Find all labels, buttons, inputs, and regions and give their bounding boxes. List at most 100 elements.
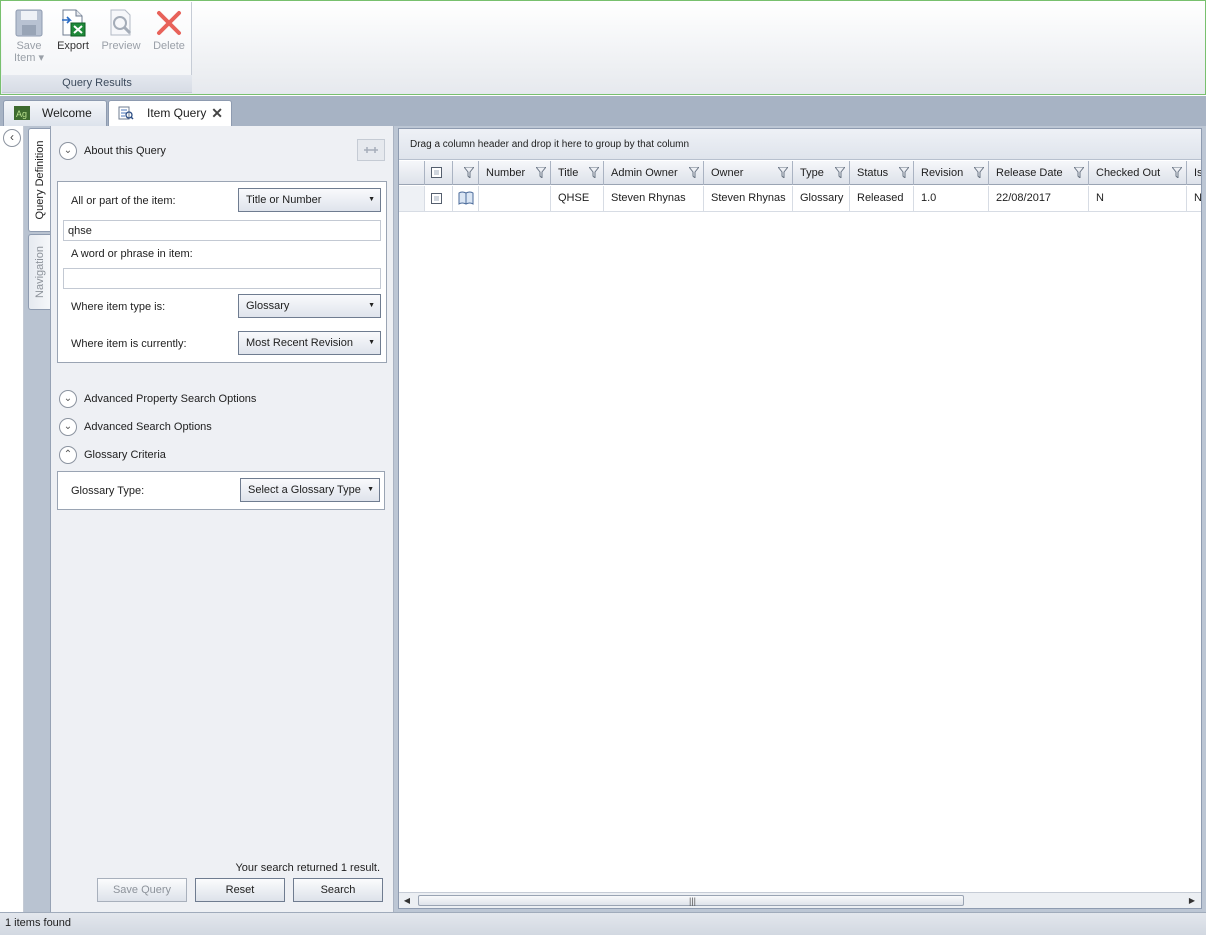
column-header-status-label: Status <box>857 167 889 179</box>
horizontal-scrollbar[interactable]: ◀ ||| ▶ <box>399 892 1201 908</box>
header-filter-cell[interactable] <box>453 161 479 185</box>
scrollbar-thumb[interactable]: ||| <box>418 895 964 906</box>
basic-criteria-box: All or part of the item: Title or Number… <box>57 181 387 363</box>
tab-item-query[interactable]: Item Query ✕ <box>108 100 232 126</box>
filter-funnel-icon[interactable] <box>778 167 788 178</box>
current-label: Where item is currently: <box>71 338 187 350</box>
column-header-is-label: Is <box>1194 167 1201 179</box>
item-currently-combo[interactable]: Most Recent Revision ▼ <box>238 331 381 355</box>
column-header-number-label: Number <box>486 167 526 179</box>
tab-item-query-label: Item Query <box>147 106 207 120</box>
glossary-type-combo[interactable]: Select a Glossary Type ▼ <box>240 478 380 502</box>
column-header-type-label: Type <box>800 167 824 179</box>
item-field-combo[interactable]: Title or Number ▼ <box>238 188 381 212</box>
column-header-checked-out[interactable]: Checked Out <box>1089 161 1187 185</box>
ribbon-group-query-results: Save Item ▾ Export Preview Delete Query … <box>2 2 192 93</box>
about-query-section[interactable]: ⌄ About this Query <box>59 141 166 161</box>
column-header-is[interactable]: Is <box>1187 161 1201 185</box>
header-select-all[interactable] <box>425 161 453 185</box>
filter-funnel-icon[interactable] <box>1172 167 1182 178</box>
chevron-down-icon: ⌄ <box>59 418 77 437</box>
row-select-cell[interactable] <box>425 186 453 211</box>
delete-x-icon <box>157 11 181 35</box>
export-label: Export <box>57 40 89 52</box>
filter-funnel-icon[interactable] <box>899 167 909 178</box>
save-item-button[interactable]: Save Item ▾ <box>6 6 52 72</box>
row-checkbox[interactable] <box>431 193 442 204</box>
svg-text:Ag: Ag <box>16 109 27 119</box>
chevron-down-icon: ⌄ <box>59 142 77 161</box>
column-header-type[interactable]: Type <box>793 161 850 185</box>
save-disk-icon <box>15 9 43 37</box>
status-bar: 1 items found <box>0 912 1206 935</box>
delete-button[interactable]: Delete <box>146 6 192 72</box>
filter-funnel-icon[interactable] <box>536 167 546 178</box>
scrollbar-grip: ||| <box>689 896 697 906</box>
group-by-panel[interactable]: Drag a column header and drop it here to… <box>399 129 1201 160</box>
filter-funnel-icon[interactable] <box>974 167 984 178</box>
advanced-search-section[interactable]: ⌄ Advanced Search Options <box>59 417 212 437</box>
glossary-criteria-section[interactable]: ⌃ Glossary Criteria <box>59 445 166 465</box>
collapse-panel-button[interactable]: ‹ <box>3 129 21 147</box>
cell-release-date: 22/08/2017 <box>989 186 1089 211</box>
column-header-status[interactable]: Status <box>850 161 914 185</box>
advanced-search-label: Advanced Search Options <box>84 421 212 433</box>
preview-label: Preview <box>101 40 141 52</box>
reset-button[interactable]: Reset <box>195 878 285 902</box>
results-grid-frame: Drag a column header and drop it here to… <box>394 126 1206 912</box>
tab-query-definition[interactable]: Query Definition <box>28 128 50 232</box>
tab-navigation[interactable]: Navigation <box>28 234 50 310</box>
row-indicator[interactable] <box>399 186 425 211</box>
save-query-button[interactable]: Save Query <box>97 878 187 902</box>
scroll-left-icon[interactable]: ◀ <box>400 893 414 908</box>
filter-funnel-icon[interactable] <box>1074 167 1084 178</box>
delete-label: Delete <box>153 40 185 52</box>
item-type-combo[interactable]: Glossary ▼ <box>238 294 381 318</box>
item-label: All or part of the item: <box>71 195 176 207</box>
column-header-admin-owner[interactable]: Admin Owner <box>604 161 704 185</box>
ag-logo-icon: Ag <box>14 106 30 120</box>
glossary-book-icon <box>458 191 474 205</box>
column-header-owner[interactable]: Owner <box>704 161 793 185</box>
search-button[interactable]: Search <box>293 878 383 902</box>
preview-button[interactable]: Preview <box>98 6 144 72</box>
export-button[interactable]: Export <box>50 6 96 72</box>
dropdown-arrow-icon: ▼ <box>368 302 375 309</box>
glossary-type-combo-value: Select a Glossary Type <box>248 484 361 496</box>
item-search-input[interactable] <box>63 220 381 241</box>
scroll-right-icon[interactable]: ▶ <box>1185 893 1199 908</box>
save-sub-label: Item ▾ <box>14 52 44 64</box>
pin-icon[interactable] <box>357 139 385 161</box>
tab-navigation-label: Navigation <box>33 246 46 298</box>
advanced-property-section[interactable]: ⌄ Advanced Property Search Options <box>59 389 256 409</box>
filter-funnel-icon[interactable] <box>589 167 599 178</box>
filter-funnel-icon[interactable] <box>835 167 845 178</box>
column-header-revision[interactable]: Revision <box>914 161 989 185</box>
table-row[interactable]: QHSE Steven Rhynas Steven Rhynas Glossar… <box>399 186 1201 212</box>
chevron-up-icon: ⌃ <box>59 446 77 465</box>
item-field-combo-value: Title or Number <box>246 194 322 206</box>
column-header-number[interactable]: Number <box>479 161 551 185</box>
cell-checked-out: N <box>1089 186 1187 211</box>
column-header-title[interactable]: Title <box>551 161 604 185</box>
ribbon-group-label: Query Results <box>2 75 192 92</box>
close-tab-icon[interactable]: ✕ <box>211 101 223 125</box>
glossary-criteria-box: Glossary Type: Select a Glossary Type ▼ <box>57 471 385 510</box>
dropdown-arrow-icon: ▼ <box>368 196 375 203</box>
glossary-criteria-label: Glossary Criteria <box>84 449 166 461</box>
preview-magnifier-icon <box>110 9 132 36</box>
glossary-type-label: Glossary Type: <box>71 485 145 497</box>
save-label: Save <box>16 40 42 52</box>
column-header-release-date[interactable]: Release Date <box>989 161 1089 185</box>
phrase-label: A word or phrase in item: <box>71 248 193 260</box>
left-collapse-strip: ‹ <box>0 126 24 912</box>
phrase-search-input[interactable] <box>63 268 381 289</box>
tab-welcome[interactable]: Ag Welcome <box>3 100 107 126</box>
column-header-release-date-label: Release Date <box>996 167 1063 179</box>
select-all-checkbox[interactable] <box>431 167 442 178</box>
column-header-owner-label: Owner <box>711 167 744 179</box>
ribbon: Save Item ▾ Export Preview Delete Query … <box>0 0 1206 95</box>
results-grid: Drag a column header and drop it here to… <box>398 128 1202 909</box>
filter-funnel-icon[interactable] <box>689 167 699 178</box>
column-header-checked-out-label: Checked Out <box>1096 167 1161 179</box>
